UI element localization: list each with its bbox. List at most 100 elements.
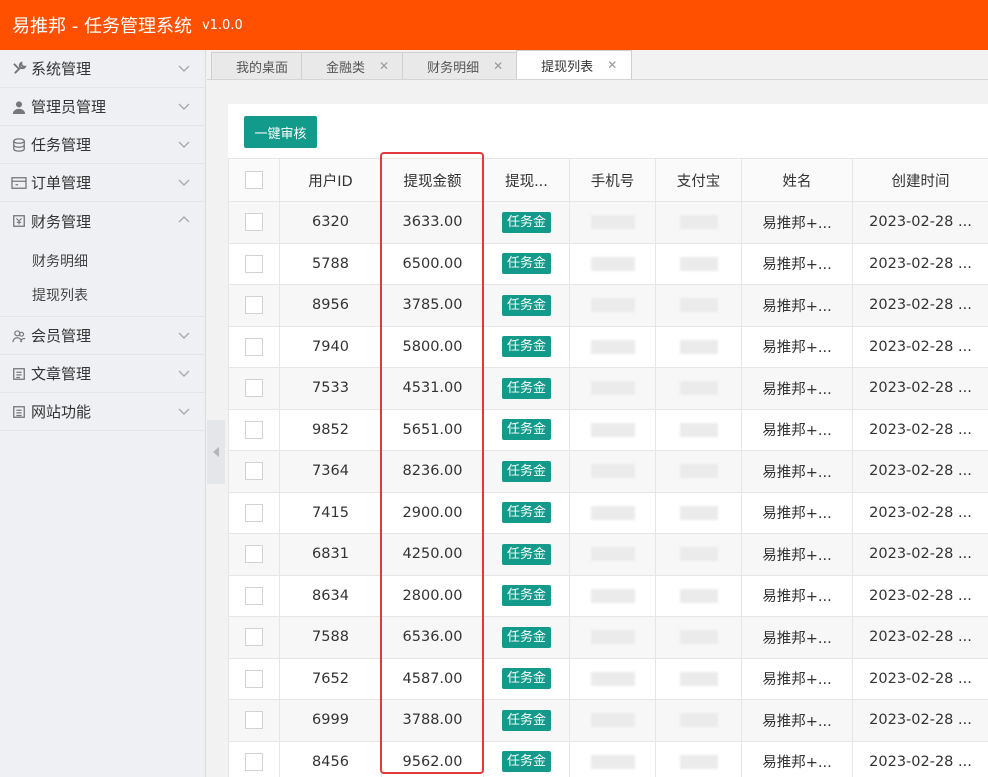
- row-select-cell[interactable]: [228, 699, 280, 742]
- chevron-down-icon: [178, 141, 190, 148]
- redacted-alipay: [679, 630, 718, 645]
- table-row[interactable]: 7364 8236.00 任务金 易推邦+... 2023-02-28 ...: [228, 450, 988, 493]
- column-header-name[interactable]: 姓名: [741, 158, 853, 202]
- chevron-down-icon: [178, 103, 190, 110]
- select-all-checkbox[interactable]: [245, 171, 263, 189]
- row-select-cell[interactable]: [228, 284, 280, 327]
- select-all-cell[interactable]: [228, 158, 280, 202]
- row-checkbox[interactable]: [245, 752, 263, 771]
- user-id-cell: 8634: [279, 574, 382, 617]
- row-checkbox[interactable]: [245, 254, 263, 273]
- user-id-cell: 9852: [279, 408, 382, 451]
- wrench-icon: [11, 61, 27, 77]
- name-cell: 易推邦+...: [741, 574, 853, 617]
- column-header-phone[interactable]: 手机号: [569, 158, 656, 202]
- tab-finance-detail[interactable]: 财务明细 ✕: [402, 52, 519, 79]
- row-checkbox[interactable]: [245, 420, 263, 439]
- column-header-user-id[interactable]: 用户ID: [279, 158, 382, 202]
- row-checkbox[interactable]: [245, 462, 263, 481]
- row-checkbox[interactable]: [245, 545, 263, 564]
- user-id-cell: 7588: [279, 616, 382, 659]
- row-checkbox[interactable]: [245, 628, 263, 647]
- row-select-cell[interactable]: [228, 491, 280, 534]
- row-checkbox[interactable]: [245, 586, 263, 605]
- withdraw-type-badge: 任务金: [501, 253, 551, 275]
- row-select-cell[interactable]: [228, 533, 280, 576]
- sidebar-item-site[interactable]: 网站功能: [0, 393, 205, 431]
- redacted-phone: [590, 671, 635, 686]
- row-select-cell[interactable]: [228, 201, 280, 244]
- alipay-cell: [655, 699, 742, 742]
- row-checkbox[interactable]: [245, 296, 263, 315]
- withdraw-type-cell: 任务金: [483, 740, 570, 777]
- close-icon[interactable]: ✕: [607, 58, 617, 72]
- redacted-alipay: [679, 505, 718, 520]
- table-row[interactable]: 6999 3788.00 任务金 易推邦+... 2023-02-28 ...: [228, 699, 988, 742]
- table-row[interactable]: 7588 6536.00 任务金 易推邦+... 2023-02-28 ...: [228, 616, 988, 659]
- name-cell: 易推邦+...: [741, 325, 853, 368]
- sidebar-item-articles[interactable]: 文章管理: [0, 355, 205, 393]
- alipay-cell: [655, 616, 742, 659]
- row-checkbox[interactable]: [245, 379, 263, 398]
- table-row[interactable]: 6831 4250.00 任务金 易推邦+... 2023-02-28 ...: [228, 533, 988, 576]
- row-select-cell[interactable]: [228, 242, 280, 285]
- sidebar-item-label: 订单管理: [31, 174, 92, 192]
- column-header-amount[interactable]: 提现金额: [381, 158, 484, 202]
- table-row[interactable]: 7940 5800.00 任务金 易推邦+... 2023-02-28 ...: [228, 325, 988, 368]
- redacted-alipay: [679, 339, 718, 354]
- alipay-cell: [655, 533, 742, 576]
- redacted-phone: [590, 588, 635, 603]
- tab-my-desktop[interactable]: 我的桌面: [211, 52, 304, 79]
- row-checkbox[interactable]: [245, 669, 263, 688]
- sidebar-item-tasks[interactable]: 任务管理: [0, 126, 205, 164]
- table-row[interactable]: 7533 4531.00 任务金 易推邦+... 2023-02-28 ...: [228, 367, 988, 410]
- sidebar-item-system[interactable]: 系统管理: [0, 50, 205, 88]
- alipay-cell: [655, 450, 742, 493]
- sidebar-item-members[interactable]: 会员管理: [0, 317, 205, 355]
- redacted-alipay: [679, 422, 718, 437]
- row-checkbox[interactable]: [245, 337, 263, 356]
- redacted-alipay: [679, 713, 718, 728]
- amount-cell: 9562.00: [381, 740, 484, 777]
- batch-review-button[interactable]: 一键审核: [244, 116, 317, 148]
- sidebar-item-admins[interactable]: 管理员管理: [0, 88, 205, 126]
- column-header-withdraw-type[interactable]: 提现...: [483, 158, 570, 202]
- row-select-cell[interactable]: [228, 616, 280, 659]
- table-row[interactable]: 5788 6500.00 任务金 易推邦+... 2023-02-28 ...: [228, 242, 988, 285]
- row-select-cell[interactable]: [228, 325, 280, 368]
- row-select-cell[interactable]: [228, 450, 280, 493]
- row-checkbox[interactable]: [245, 213, 263, 232]
- row-select-cell[interactable]: [228, 657, 280, 700]
- user-id-cell: 6831: [279, 533, 382, 576]
- name-cell: 易推邦+...: [741, 367, 853, 410]
- column-header-created[interactable]: 创建时间: [852, 158, 988, 202]
- row-checkbox[interactable]: [245, 711, 263, 730]
- close-icon[interactable]: ✕: [493, 59, 503, 73]
- sidebar-collapse-handle[interactable]: [207, 420, 225, 484]
- table-row[interactable]: 8456 9562.00 任务金 易推邦+... 2023-02-28 ...: [228, 740, 988, 777]
- row-select-cell[interactable]: [228, 408, 280, 451]
- sidebar-subitem-finance-detail[interactable]: 财务明细: [0, 244, 205, 278]
- amount-cell: 4250.00: [381, 533, 484, 576]
- sidebar-subitem-withdraw-list[interactable]: 提现列表: [0, 278, 205, 312]
- database-icon: [11, 137, 27, 153]
- table-row[interactable]: 7652 4587.00 任务金 易推邦+... 2023-02-28 ...: [228, 657, 988, 700]
- tab-label: 财务明细: [427, 60, 480, 76]
- row-select-cell[interactable]: [228, 574, 280, 617]
- tab-finance-category[interactable]: 金融类 ✕: [301, 52, 405, 79]
- withdraw-type-badge: 任务金: [501, 502, 551, 524]
- tab-withdraw-list[interactable]: 提现列表 ✕: [516, 50, 633, 79]
- table-row[interactable]: 6320 3633.00 任务金 易推邦+... 2023-02-28 ...: [228, 201, 988, 244]
- column-header-alipay[interactable]: 支付宝: [655, 158, 742, 202]
- table-row[interactable]: 7415 2900.00 任务金 易推邦+... 2023-02-28 ...: [228, 491, 988, 534]
- row-select-cell[interactable]: [228, 740, 280, 777]
- row-checkbox[interactable]: [245, 503, 263, 522]
- redacted-phone: [590, 630, 635, 645]
- sidebar-item-finance[interactable]: 财务管理: [0, 202, 205, 240]
- row-select-cell[interactable]: [228, 367, 280, 410]
- table-row[interactable]: 8956 3785.00 任务金 易推邦+... 2023-02-28 ...: [228, 284, 988, 327]
- close-icon[interactable]: ✕: [379, 59, 389, 73]
- table-row[interactable]: 9852 5651.00 任务金 易推邦+... 2023-02-28 ...: [228, 408, 988, 451]
- sidebar-item-orders[interactable]: 订单管理: [0, 164, 205, 202]
- table-row[interactable]: 8634 2800.00 任务金 易推邦+... 2023-02-28 ...: [228, 574, 988, 617]
